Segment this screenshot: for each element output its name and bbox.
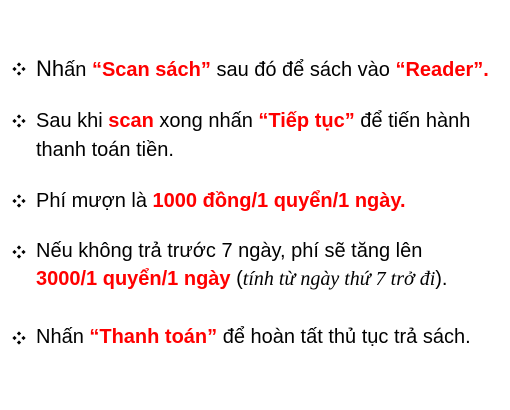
instruction-item-4-line-1: Nếu không trả trước 7 ngày, phí sẽ tăng … [36, 238, 422, 264]
instruction-text: sau đó để sách vào [210, 59, 396, 81]
instruction-text: ( [230, 268, 243, 290]
instruction-text: ). [435, 268, 448, 290]
instruction-text: để hoàn tất thủ tục trả sách. [217, 326, 471, 348]
four-diamond-bullet-icon [12, 245, 26, 259]
highlight-thanh-toan: “Thanh toán” [89, 326, 218, 348]
instruction-period: . [483, 59, 489, 81]
instruction-item-1: Nhấn “Scan sách” sau đó để sách vào “Rea… [36, 56, 489, 83]
four-diamond-bullet-icon [12, 194, 26, 208]
instruction-item-4-line-2: 3000/1 quyển/1 ngày (tính từ ngày thứ 7 … [36, 266, 447, 292]
instruction-text: ấn [64, 59, 92, 81]
highlight-late-fee: 3000/1 quyển/1 ngày [36, 268, 231, 290]
four-diamond-bullet-icon [12, 62, 26, 76]
instruction-item-3: Phí mượn là 1000 đồng/1 quyển/1 ngày. [36, 188, 406, 214]
four-diamond-bullet-icon [12, 331, 26, 345]
highlight-scan-sach: “Scan sách” [91, 59, 211, 81]
highlight-fee: 1000 đồng/1 quyển/1 ngày. [152, 190, 406, 212]
instruction-text: Phí mượn là [36, 190, 153, 212]
instruction-note: tính từ ngày thứ 7 trở đi [242, 268, 436, 290]
highlight-reader: “Reader” [395, 59, 484, 81]
four-diamond-bullet-icon [12, 114, 26, 128]
instruction-text: thanh toán tiền. [36, 139, 174, 161]
instruction-slide: Nhấn “Scan sách” sau đó để sách vào “Rea… [0, 0, 510, 410]
instruction-text: xong nhấn [153, 110, 259, 132]
instruction-item-2-line-2: thanh toán tiền. [36, 137, 174, 163]
highlight-scan: scan [108, 110, 154, 132]
highlight-tiep-tuc: “Tiếp tục” [258, 110, 355, 132]
instruction-text: để tiến hành [354, 110, 471, 132]
instruction-text: Nh [36, 56, 65, 81]
instruction-item-5: Nhấn “Thanh toán” để hoàn tất thủ tục tr… [36, 324, 471, 350]
instruction-text: Nếu không trả trước 7 ngày, phí sẽ tăng … [36, 240, 423, 262]
instruction-text: Nhấn [36, 326, 90, 348]
instruction-text: Sau khi [36, 110, 109, 132]
instruction-item-2-line-1: Sau khi scan xong nhấn “Tiếp tục” để tiế… [36, 108, 470, 134]
